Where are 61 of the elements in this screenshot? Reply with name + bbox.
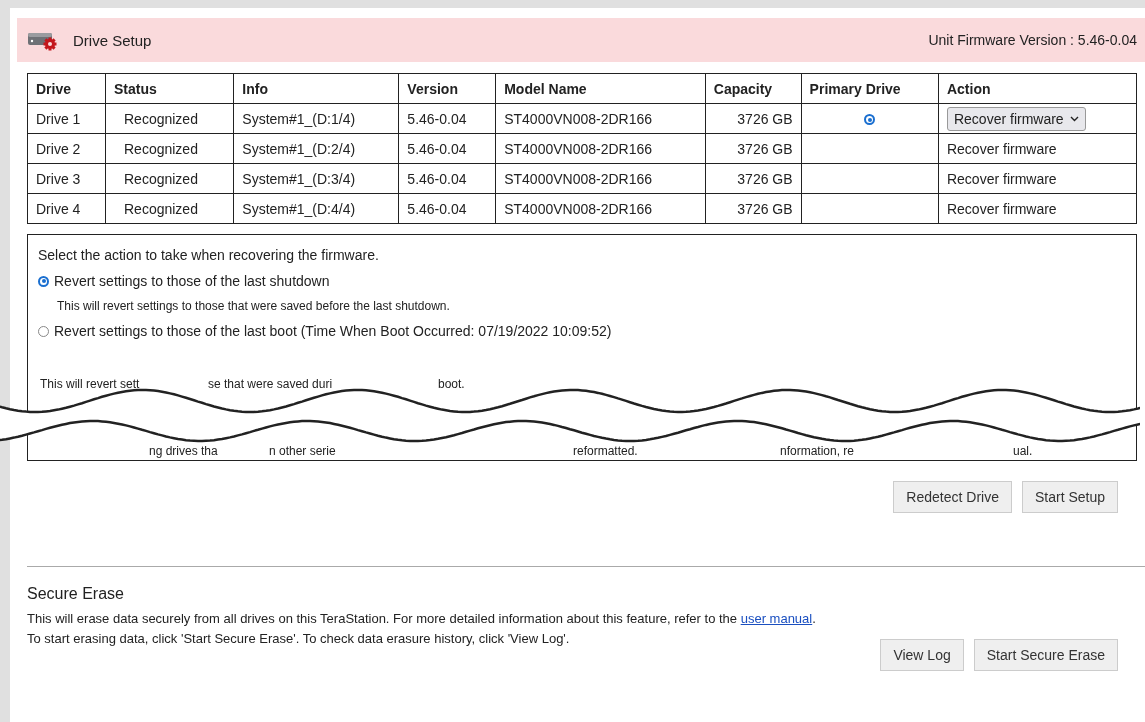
- page-title: Drive Setup: [73, 31, 153, 49]
- table-cell: 5.46-0.04: [398, 103, 496, 134]
- column-header: Action: [938, 73, 1137, 104]
- option-label[interactable]: Revert settings to those of the last boot (Time When Boot Occurred: 07/19/2022 10:09:52): [54, 323, 612, 339]
- column-header: Primary Drive: [801, 73, 939, 104]
- cut-text: se that were saved duri: [208, 377, 333, 391]
- chevron-icon: [1069, 115, 1079, 122]
- column-header: Model Name: [495, 73, 706, 104]
- table-cell: ST4000VN008-2DR166: [495, 193, 706, 224]
- action-text: Recover firmware: [946, 140, 1057, 157]
- cut-text: This will revert sett: [40, 377, 140, 391]
- section-title: Secure Erase: [27, 585, 125, 603]
- table-cell: 5.46-0.04: [398, 193, 496, 224]
- table-cell: 5.46-0.04: [398, 133, 496, 164]
- primary-radio[interactable]: [864, 114, 876, 126]
- cut-text: reformatted.: [573, 444, 638, 458]
- table-cell: Recognized: [105, 163, 234, 194]
- column-header: Version: [398, 73, 496, 104]
- column-header: Info: [233, 73, 399, 104]
- option-radio[interactable]: [38, 275, 49, 287]
- table-cell: Recognized: [105, 103, 234, 134]
- action-dropdown[interactable]: Recover firmware: [946, 106, 1086, 131]
- option-radio[interactable]: [38, 325, 49, 337]
- table-cell: Drive 1: [27, 103, 106, 134]
- table-cell: 3726 GB: [705, 133, 802, 164]
- secure-erase-instruction: To start erasing data, click 'Start Secure Erase'. To check data erasure history, click 'View Log'.: [27, 630, 571, 648]
- cut-text: n other serie: [269, 444, 336, 458]
- table-cell: Drive 3: [27, 163, 106, 194]
- column-header: Drive: [27, 73, 106, 104]
- secure-erase-description: This will erase data securely from all drives on this TeraStation. For more detailed information about this feature, refer to the user manual.: [27, 610, 817, 628]
- column-header: Status: [105, 73, 234, 104]
- setup-button[interactable]: Redetect Drive: [893, 481, 1012, 513]
- table-cell: System#1_(D:3/4): [233, 163, 399, 194]
- secure-erase-button[interactable]: View Log: [880, 639, 964, 671]
- cut-text: nformation, re: [780, 444, 855, 458]
- firmware-version: Unit Firmware Version : 5.46-0.04: [928, 32, 1137, 48]
- cut-text: ng drives tha: [149, 444, 218, 458]
- action-text: Recover firmware: [946, 170, 1057, 187]
- table-cell: ST4000VN008-2DR166: [495, 163, 706, 194]
- table-cell: System#1_(D:1/4): [233, 103, 399, 134]
- action-text: Recover firmware: [946, 200, 1057, 217]
- option-label[interactable]: Revert settings to those of the last shutdown: [54, 273, 330, 289]
- table-cell: ST4000VN008-2DR166: [495, 103, 706, 134]
- column-header: Capacity: [705, 73, 802, 104]
- table-cell: 5.46-0.04: [398, 163, 496, 194]
- cut-text: boot.: [438, 377, 465, 391]
- table-cell: 3726 GB: [705, 103, 802, 134]
- cut-text: ual.: [1013, 444, 1033, 458]
- table-cell: System#1_(D:2/4): [233, 133, 399, 164]
- setup-button[interactable]: Start Setup: [1021, 481, 1118, 513]
- table-cell: 3726 GB: [705, 163, 802, 194]
- table-cell: Drive 2: [27, 133, 106, 164]
- table-cell: Recognized: [105, 133, 234, 164]
- table-cell: System#1_(D:4/4): [233, 193, 399, 224]
- secure-erase-button[interactable]: Start Secure Erase: [973, 639, 1118, 671]
- option-description: This will revert settings to those that were saved before the last shutdown.: [57, 299, 451, 313]
- recovery-prompt: Select the action to take when recovering the firmware.: [38, 247, 380, 263]
- table-cell: ST4000VN008-2DR166: [495, 133, 706, 164]
- table-cell: Recognized: [105, 193, 234, 224]
- table-cell: Drive 4: [27, 193, 106, 224]
- table-cell: 3726 GB: [705, 193, 802, 224]
